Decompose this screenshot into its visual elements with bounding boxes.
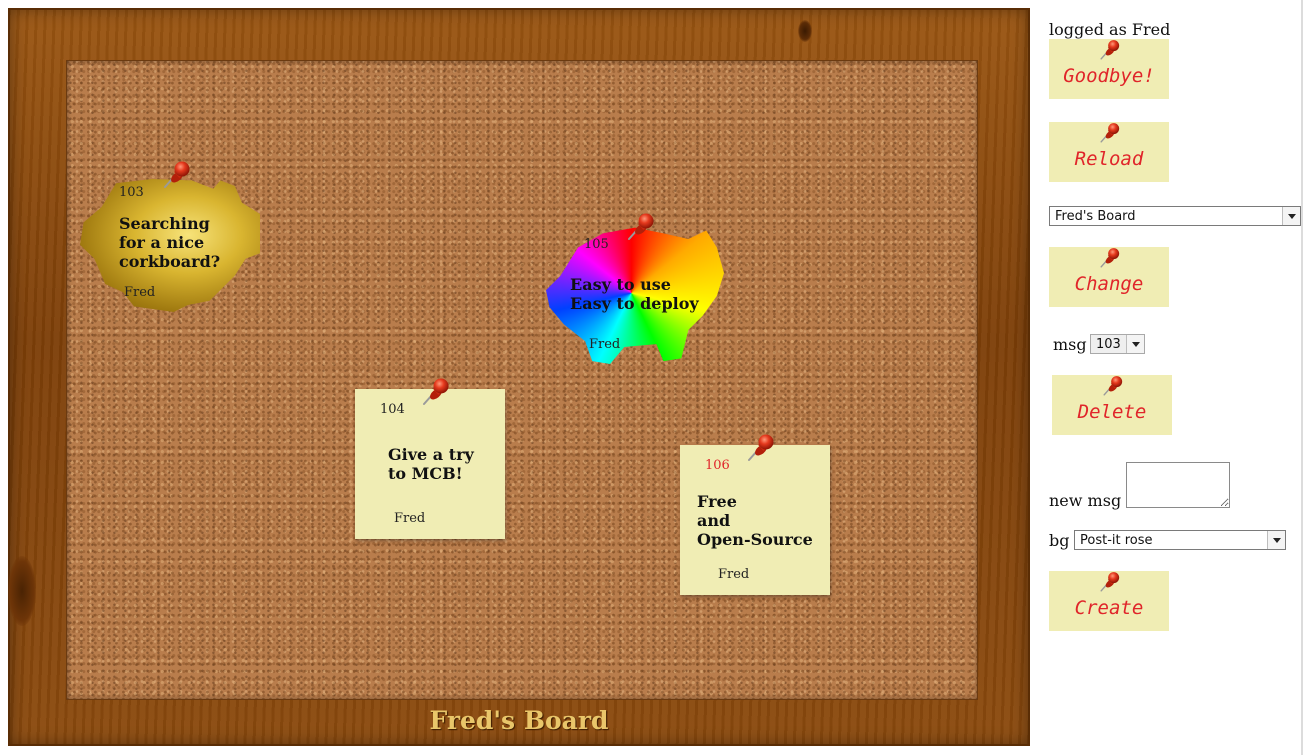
pushpin-icon — [1099, 571, 1121, 593]
pushpin-icon — [1099, 39, 1121, 61]
reload-button[interactable]: Reload — [1049, 122, 1169, 182]
corkboard — [66, 60, 978, 700]
note-text-line: Searching — [119, 214, 210, 233]
create-button[interactable]: Create — [1049, 571, 1169, 631]
create-button-label: Create — [1074, 597, 1144, 619]
note-105[interactable]: 105 Easy to use Easy to deploy Fred — [546, 222, 726, 366]
note-id: 106 — [705, 458, 730, 473]
msg-label: msg — [1053, 335, 1087, 354]
bg-select[interactable]: Post-it rose — [1074, 530, 1286, 550]
msg-select-value: 103 — [1096, 337, 1121, 352]
change-button-label: Change — [1074, 273, 1144, 295]
board-title: Fred's Board — [429, 706, 609, 735]
goodbye-button-label: Goodbye! — [1063, 65, 1155, 87]
delete-button-label: Delete — [1077, 401, 1147, 423]
board-select-value: Fred's Board — [1055, 209, 1136, 224]
note-text-line: Open-Source — [697, 530, 813, 549]
note-103[interactable]: 103 Searching for a nice corkboard? Fred — [80, 172, 262, 314]
logged-as-label: logged as Fred — [1049, 20, 1171, 39]
pushpin-icon — [626, 212, 656, 242]
note-text-line: for a nice — [119, 233, 205, 252]
chevron-down-icon[interactable] — [1267, 531, 1285, 549]
pushpin-icon — [746, 433, 776, 463]
note-text-line: to MCB! — [388, 464, 463, 483]
bg-select-value: Post-it rose — [1080, 533, 1153, 548]
note-text-line: Free — [697, 492, 737, 511]
new-msg-input[interactable] — [1126, 462, 1230, 508]
new-msg-label: new msg — [1049, 491, 1122, 510]
delete-button[interactable]: Delete — [1052, 375, 1172, 435]
pushpin-icon — [1099, 122, 1121, 144]
reload-button-label: Reload — [1074, 148, 1144, 170]
wood-knot — [8, 556, 36, 626]
board-select[interactable]: Fred's Board — [1049, 206, 1301, 226]
note-id: 104 — [380, 402, 405, 417]
note-106[interactable]: 106 Free and Open-Source Fred — [680, 445, 830, 595]
chevron-down-icon[interactable] — [1282, 207, 1300, 225]
note-author: Fred — [394, 511, 426, 526]
note-author: Fred — [589, 337, 621, 352]
change-button[interactable]: Change — [1049, 247, 1169, 307]
note-text: Searching for a nice corkboard? — [119, 214, 220, 271]
note-id: 105 — [584, 237, 609, 252]
pushpin-icon — [162, 160, 192, 190]
pushpin-icon — [421, 377, 451, 407]
pushpin-icon — [1102, 375, 1124, 397]
note-author: Fred — [124, 285, 156, 300]
goodbye-button[interactable]: Goodbye! — [1049, 39, 1169, 99]
note-author: Fred — [718, 567, 750, 582]
note-text-line: Easy to deploy — [570, 294, 699, 313]
note-text-line: Easy to use — [570, 275, 671, 294]
chevron-down-icon[interactable] — [1126, 335, 1144, 353]
pushpin-icon — [1099, 247, 1121, 269]
board-frame: Fred's Board — [8, 8, 1030, 746]
note-text-line: corkboard? — [119, 252, 221, 271]
note-104[interactable]: 104 Give a try to MCB! Fred — [355, 389, 505, 539]
note-text: Easy to use Easy to deploy — [570, 275, 699, 313]
bg-label: bg — [1049, 531, 1070, 550]
note-text: Free and Open-Source — [697, 492, 813, 549]
note-text-line: Give a try — [388, 445, 474, 464]
note-text-line: and — [697, 511, 731, 530]
msg-select[interactable]: 103 — [1090, 334, 1145, 354]
wood-knot — [798, 20, 812, 42]
note-text: Give a try to MCB! — [388, 445, 474, 483]
note-id: 103 — [119, 185, 144, 200]
